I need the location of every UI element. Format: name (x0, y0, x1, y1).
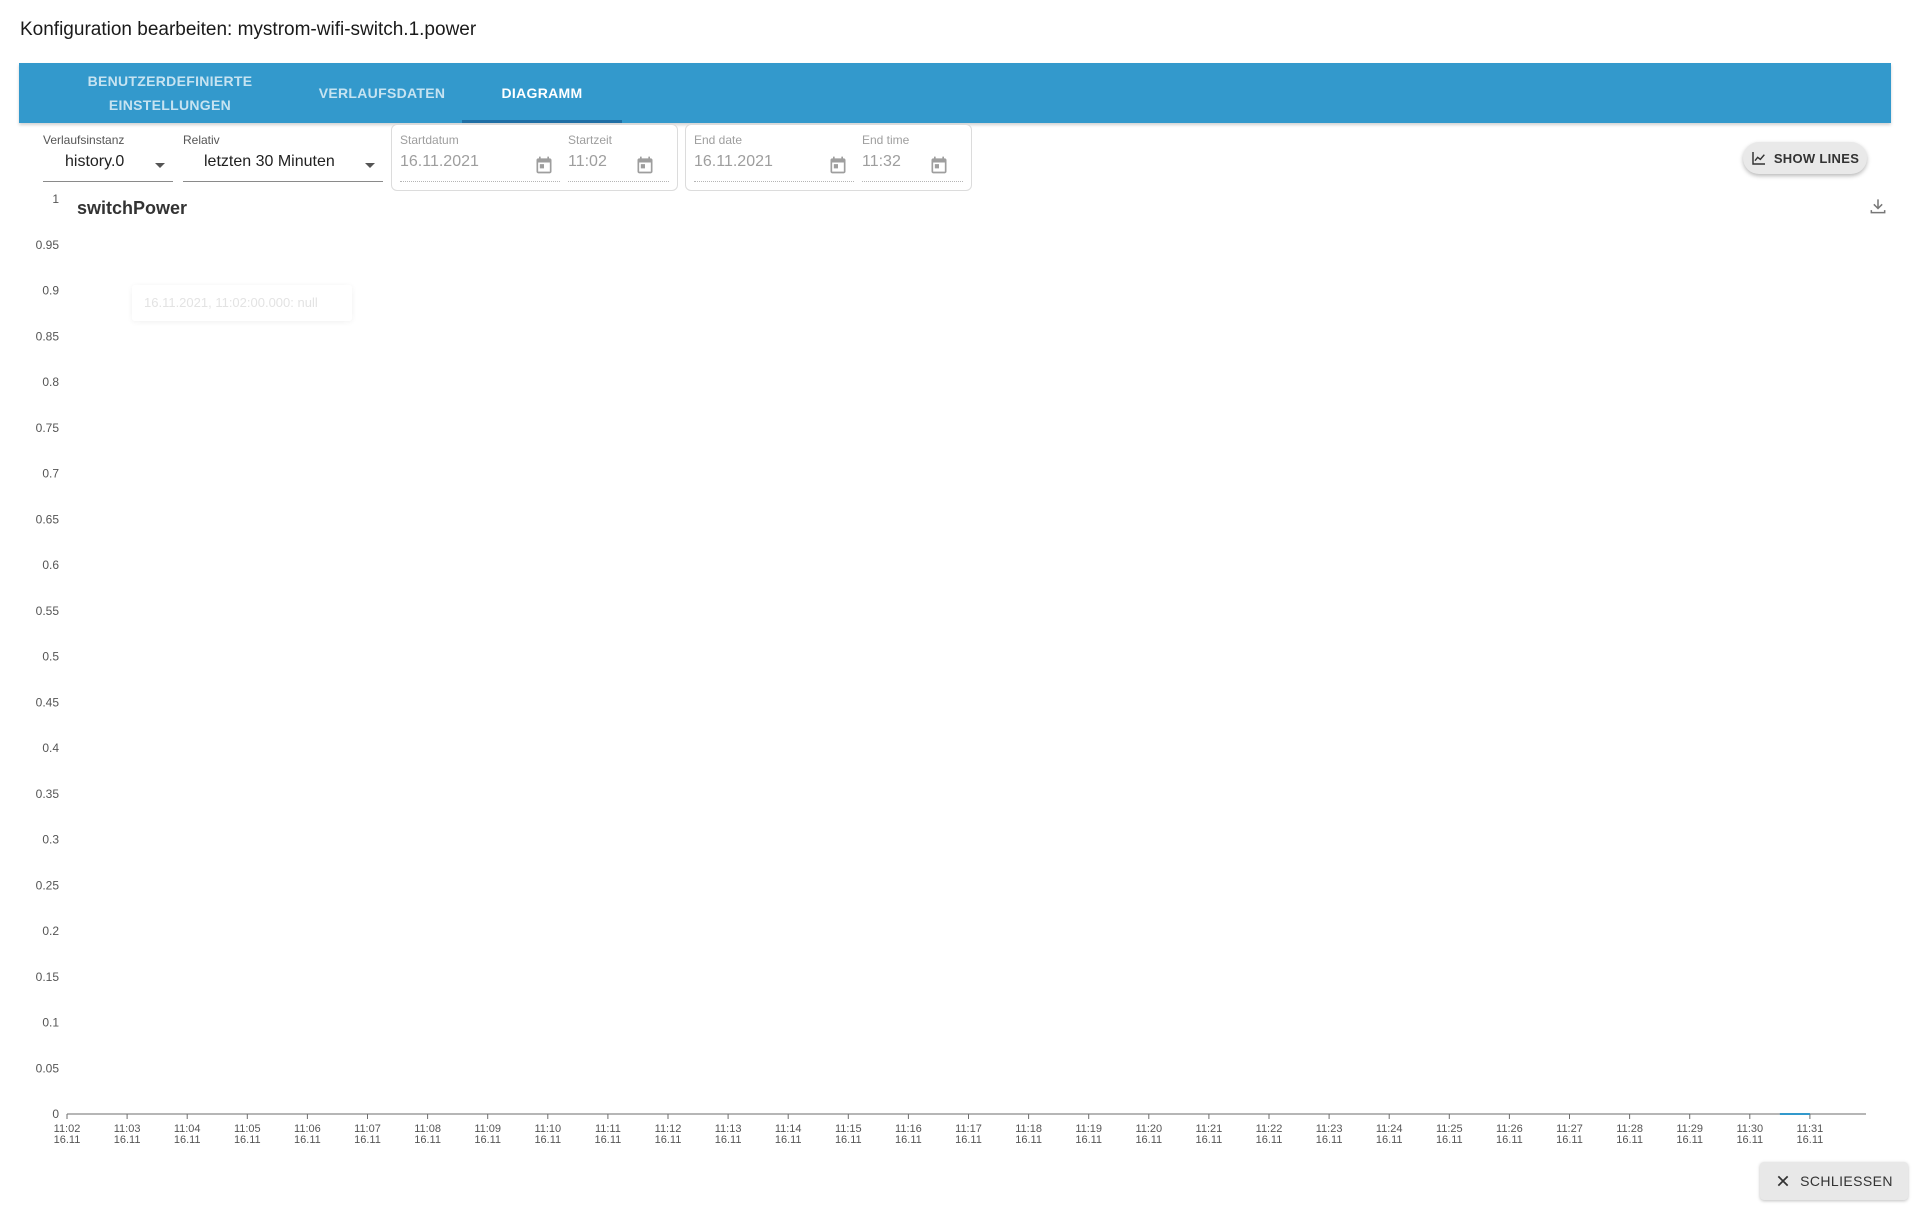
y-tick-label: 0 (52, 1107, 59, 1121)
y-tick-label: 0.25 (36, 878, 60, 892)
x-tick-date-label: 16.11 (955, 1134, 982, 1146)
x-tick-date-label: 16.11 (534, 1134, 561, 1146)
x-tick-date-label: 16.11 (174, 1134, 201, 1146)
y-tick-label: 0.05 (36, 1061, 60, 1075)
x-tick-date-label: 16.11 (835, 1134, 862, 1146)
x-tick-date-label: 16.11 (234, 1134, 261, 1146)
x-tick-date-label: 16.11 (1256, 1134, 1283, 1146)
y-tick-label: 0.95 (36, 238, 60, 252)
x-tick-date-label: 16.11 (715, 1134, 742, 1146)
y-tick-label: 0.7 (42, 467, 59, 481)
y-tick-label: 0.75 (36, 421, 60, 435)
y-tick-label: 0.1 (42, 1016, 59, 1030)
y-tick-label: 0.2 (42, 924, 59, 938)
x-tick-date-label: 16.11 (1736, 1134, 1763, 1146)
x-tick-date-label: 16.11 (474, 1134, 501, 1146)
x-tick-date-label: 16.11 (1676, 1134, 1703, 1146)
y-tick-label: 0.9 (42, 284, 59, 298)
chart-title: switchPower (77, 198, 188, 218)
y-tick-label: 0.35 (36, 787, 60, 801)
x-tick-date-label: 16.11 (294, 1134, 321, 1146)
x-tick-date-label: 16.11 (655, 1134, 682, 1146)
y-tick-label: 0.65 (36, 512, 60, 526)
x-tick-date-label: 16.11 (114, 1134, 141, 1146)
x-tick-date-label: 16.11 (1015, 1134, 1042, 1146)
close-button[interactable]: SCHLIESSEN (1760, 1162, 1908, 1200)
x-tick-date-label: 16.11 (1496, 1134, 1523, 1146)
y-tick-label: 0.4 (42, 741, 59, 755)
close-button-label: SCHLIESSEN (1800, 1173, 1893, 1189)
x-tick-date-label: 16.11 (595, 1134, 622, 1146)
y-tick-label: 0.6 (42, 558, 59, 572)
y-tick-label: 0.55 (36, 604, 60, 618)
x-tick-date-label: 16.11 (414, 1134, 441, 1146)
y-tick-label: 0.5 (42, 650, 59, 664)
x-tick-date-label: 16.11 (354, 1134, 381, 1146)
y-tick-label: 0.45 (36, 695, 60, 709)
x-axis: 11:0216.1111:0316.1111:0416.1111:0516.11… (54, 1113, 1866, 1146)
x-tick-date-label: 16.11 (1135, 1134, 1162, 1146)
x-tick-date-label: 16.11 (1556, 1134, 1583, 1146)
y-tick-label: 0.85 (36, 329, 60, 343)
y-tick-label: 0.15 (36, 970, 60, 984)
x-tick-date-label: 16.11 (54, 1134, 81, 1146)
x-tick-date-label: 16.11 (1616, 1134, 1643, 1146)
x-tick-date-label: 16.11 (1376, 1134, 1403, 1146)
chart-tooltip: 16.11.2021, 11:02:00.000: null (132, 285, 352, 321)
y-tick-label: 1 (52, 192, 59, 206)
x-tick-date-label: 16.11 (1436, 1134, 1463, 1146)
close-icon (1777, 1175, 1789, 1187)
x-tick-date-label: 16.11 (1075, 1134, 1102, 1146)
x-tick-date-label: 16.11 (775, 1134, 802, 1146)
y-tick-label: 0.3 (42, 833, 59, 847)
x-tick-date-label: 16.11 (1316, 1134, 1343, 1146)
chart: 0 0.05 0.1 0.15 0.2 0.25 0.3 0.35 0.4 0.45 0.5 0.55… (36, 192, 1866, 1146)
y-tick-label: 0.8 (42, 375, 59, 389)
x-tick-date-label: 16.11 (895, 1134, 922, 1146)
x-tick-date-label: 16.11 (1797, 1134, 1824, 1146)
y-axis: 0 0.05 0.1 0.15 0.2 0.25 0.3 0.35 0.4 0.45 0.5 0.55… (36, 192, 60, 1121)
x-tick-date-label: 16.11 (1196, 1134, 1223, 1146)
